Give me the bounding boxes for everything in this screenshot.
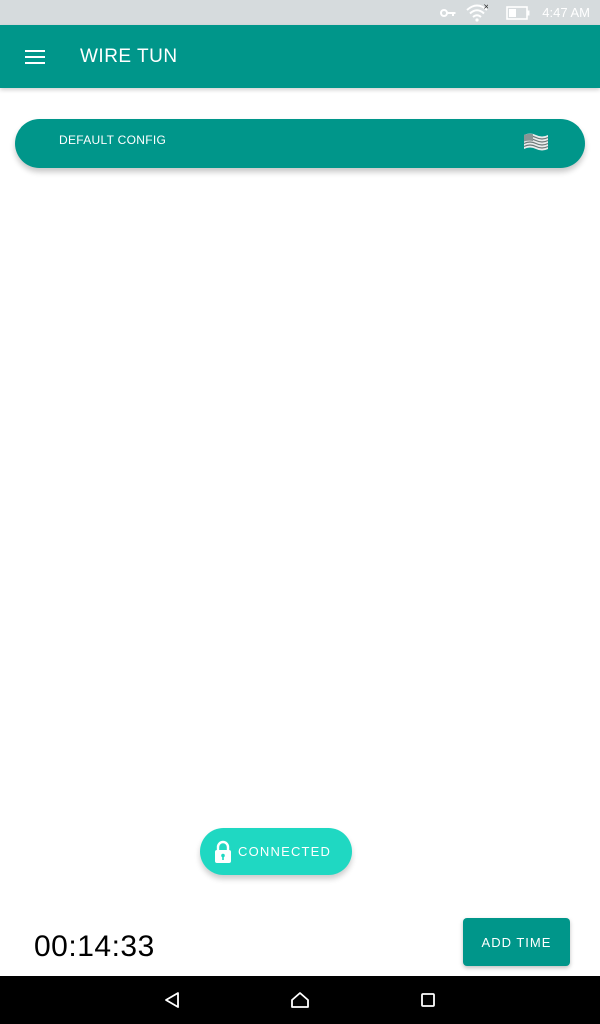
back-button[interactable] xyxy=(160,988,184,1012)
connection-status-label: CONNECTED xyxy=(238,844,332,859)
status-time: 4:47 AM xyxy=(542,5,590,20)
us-flag-icon xyxy=(522,131,550,158)
lock-icon xyxy=(214,840,232,864)
svg-text:×: × xyxy=(483,4,488,11)
home-icon xyxy=(291,992,309,1008)
config-selector[interactable]: DEFAULT CONFIG xyxy=(15,119,585,168)
recents-button[interactable] xyxy=(416,988,440,1012)
back-icon xyxy=(165,992,179,1008)
battery-icon xyxy=(506,5,530,20)
app-title: WIRE TUN xyxy=(80,45,178,67)
add-time-button[interactable]: ADD TIME xyxy=(463,918,570,966)
navigation-bar xyxy=(0,976,600,1024)
connected-button[interactable]: CONNECTED xyxy=(200,828,352,875)
config-label: DEFAULT CONFIG xyxy=(59,133,167,147)
app-bar: WIRE TUN xyxy=(0,25,600,88)
session-timer: 00:14:33 xyxy=(34,930,155,963)
menu-button[interactable] xyxy=(0,25,72,88)
screen: × 4:47 AM WIRE TUN DEFAULT CONFIG CONNEC… xyxy=(0,0,600,1024)
hamburger-menu-icon xyxy=(25,49,45,64)
recents-icon xyxy=(421,993,435,1007)
home-button[interactable] xyxy=(288,988,312,1012)
wifi-icon: × xyxy=(466,4,488,22)
status-bar: × 4:47 AM xyxy=(0,0,600,25)
vpn-key-icon xyxy=(440,8,456,18)
